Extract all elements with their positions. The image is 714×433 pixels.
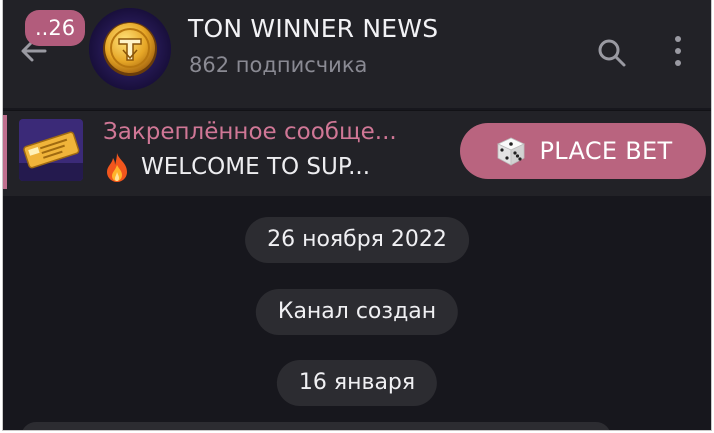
unread-badge: ..26	[25, 10, 86, 46]
pinned-preview: WELCOME TO SUP...	[103, 151, 370, 183]
place-bet-button[interactable]: PLACE BET	[460, 123, 706, 179]
more-options-button[interactable]	[667, 30, 689, 72]
pinned-label: Закреплённое сообще...	[103, 119, 397, 145]
dice-icon	[496, 137, 525, 166]
fire-icon	[107, 153, 127, 182]
date-separator: 16 января	[276, 360, 438, 406]
pinned-text: WELCOME TO SUP...	[141, 154, 371, 180]
pinned-thumbnail	[19, 119, 83, 181]
search-icon	[598, 39, 626, 67]
search-button[interactable]	[593, 34, 631, 72]
service-message: Канал создан	[255, 289, 459, 335]
subscriber-count: 862 подписчика	[189, 53, 368, 77]
pinned-message-bar[interactable]: Закреплённое сообще... WELCOME TO SUP...	[3, 110, 711, 196]
channel-avatar[interactable]	[89, 8, 171, 90]
more-vertical-icon	[675, 36, 681, 42]
chat-header: ..26 TON WINNER NEWS 862 подписчика	[3, 0, 711, 108]
channel-title[interactable]: TON WINNER NEWS	[188, 14, 438, 43]
ton-coin-logo	[89, 8, 171, 90]
message-bubble[interactable]	[21, 422, 611, 430]
pinned-accent-line	[3, 115, 7, 189]
place-bet-label: PLACE BET	[539, 137, 673, 165]
telegram-window: ..26 TON WINNER NEWS 862 подписчика Закр…	[2, 0, 712, 431]
ticket-image	[19, 119, 83, 181]
date-separator: 26 ноября 2022	[245, 217, 469, 263]
